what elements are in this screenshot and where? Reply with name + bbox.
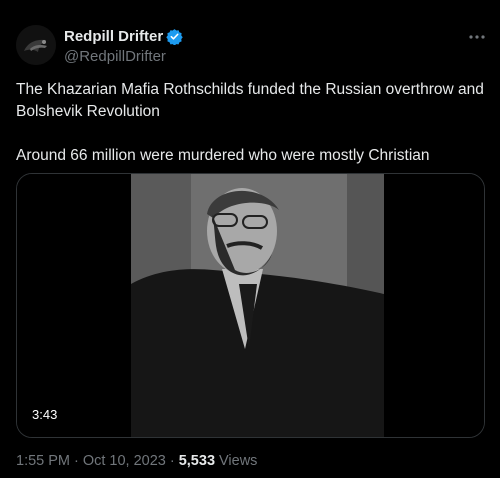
- video-frame: [17, 174, 484, 437]
- author-name-line: Redpill Drifter: [64, 28, 183, 46]
- tweet-date[interactable]: Oct 10, 2023: [83, 453, 166, 469]
- meta-separator: ·: [74, 453, 79, 469]
- author-handle[interactable]: @RedpillDrifter: [64, 48, 166, 65]
- video-player[interactable]: 3:43: [16, 173, 485, 438]
- author-display-name[interactable]: Redpill Drifter: [64, 28, 163, 45]
- verified-badge-icon: [166, 28, 183, 46]
- tweet-paragraph: Around 66 million were murdered who were…: [16, 147, 430, 164]
- tweet-text: The Khazarian Mafia Rothschilds funded t…: [16, 79, 486, 167]
- views-count: 5,533: [178, 453, 216, 469]
- meta-separator: ·: [169, 453, 175, 469]
- views-label: Views: [219, 453, 258, 469]
- avatar[interactable]: [16, 25, 56, 65]
- tweet-paragraph: The Khazarian Mafia Rothschilds funded t…: [16, 81, 484, 120]
- tweet-meta: 1:55 PM · Oct 10, 2023 · 5,533 Views: [16, 453, 257, 469]
- tweet: Redpill Drifter @RedpillDrifter The Khaz…: [0, 0, 500, 478]
- more-icon[interactable]: [466, 28, 488, 46]
- tweet-time[interactable]: 1:55 PM: [16, 453, 70, 469]
- video-duration: 3:43: [26, 406, 64, 423]
